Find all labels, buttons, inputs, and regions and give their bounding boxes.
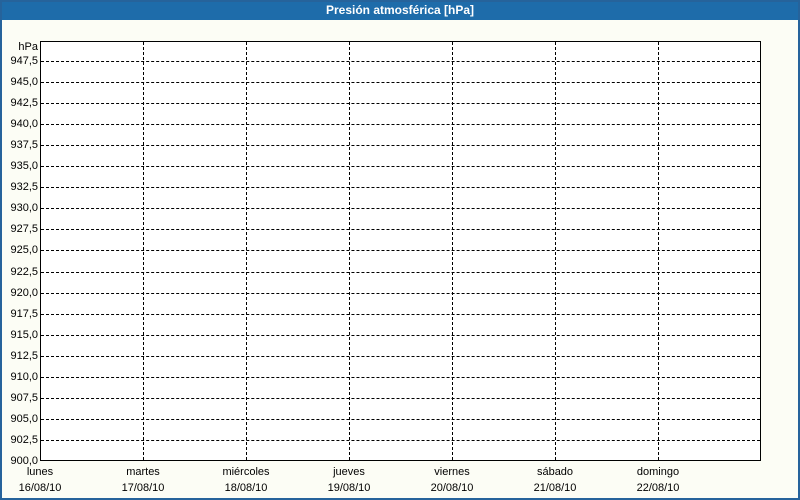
h-gridline [41,145,760,147]
x-date-label: 16/08/10 [18,482,62,494]
v-gridline [452,42,453,460]
x-axis-label: miércoles 18/08/10 [194,464,298,496]
h-gridline [41,334,760,336]
chart-title: Presión atmosférica [hPa] [325,3,475,17]
x-date-label: 17/08/10 [121,482,165,494]
h-gridline [41,313,760,315]
v-gridline [246,42,247,460]
x-day-label: lunes [26,466,54,478]
h-gridline [41,250,760,252]
y-tick-label: 937,5 [10,139,38,152]
h-gridline [41,124,760,126]
y-axis-unit-label: hPa [18,41,38,53]
h-gridline [41,166,760,168]
x-axis-label: martes 17/08/10 [91,464,195,496]
y-tick-label: 917,5 [10,307,38,320]
x-axis-label: viernes 20/08/10 [400,464,504,496]
plot-area [40,41,761,461]
y-tick-label: 912,5 [10,349,38,362]
y-tick-label: 902,5 [10,433,38,446]
h-gridline [41,229,760,231]
h-gridline [41,376,760,378]
y-tick-label: 935,0 [10,160,38,173]
x-day-label: domingo [636,466,680,478]
y-tick-label: 925,0 [10,244,38,257]
y-tick-label: 915,0 [10,328,38,341]
h-gridline [41,292,760,294]
y-tick-label: 930,0 [10,202,38,215]
y-tick-label: 905,0 [10,412,38,425]
x-axis-label: sábado 21/08/10 [503,464,607,496]
y-tick-label: 920,0 [10,286,38,299]
x-day-label: martes [126,466,160,478]
h-gridline [41,355,760,357]
h-gridline [41,397,760,399]
y-tick-label: 947,5 [10,55,38,67]
x-date-label: 21/08/10 [533,482,577,494]
h-gridline [41,208,760,210]
x-axis-label: lunes 16/08/10 [2,464,92,496]
v-gridline [349,42,350,460]
y-tick-label: 942,5 [10,97,38,110]
y-tick-label: 945,0 [10,76,38,89]
h-gridline [41,82,760,84]
h-gridline [41,271,760,273]
pressure-chart-window: Presión atmosférica [hPa] hPa 947,5 945,0… [0,0,800,500]
y-tick-label: 940,0 [10,118,38,131]
x-date-label: 22/08/10 [636,482,680,494]
v-gridline [143,42,144,460]
x-date-label: 18/08/10 [224,482,268,494]
x-day-label: miércoles [222,466,270,478]
h-gridline [41,187,760,189]
x-axis-label: jueves 19/08/10 [297,464,401,496]
y-tick-label: 910,0 [10,370,38,383]
x-day-label: jueves [333,466,365,478]
y-tick-label: 922,5 [10,265,38,278]
y-tick-label: 907,5 [10,391,38,404]
y-tick-label: 932,5 [10,181,38,194]
chart-title-bar: Presión atmosférica [hPa] [2,2,798,20]
x-date-label: 19/08/10 [327,482,371,494]
h-gridline [41,103,760,105]
v-gridline [658,42,659,460]
x-day-label: viernes [434,466,470,478]
v-gridline [555,42,556,460]
h-gridline [41,61,760,62]
x-date-label: 20/08/10 [430,482,474,494]
x-day-label: sábado [536,466,574,478]
y-tick-label: 927,5 [10,223,38,236]
h-gridline [41,439,760,441]
x-axis-label: domingo 22/08/10 [606,464,710,496]
h-gridline [41,418,760,420]
